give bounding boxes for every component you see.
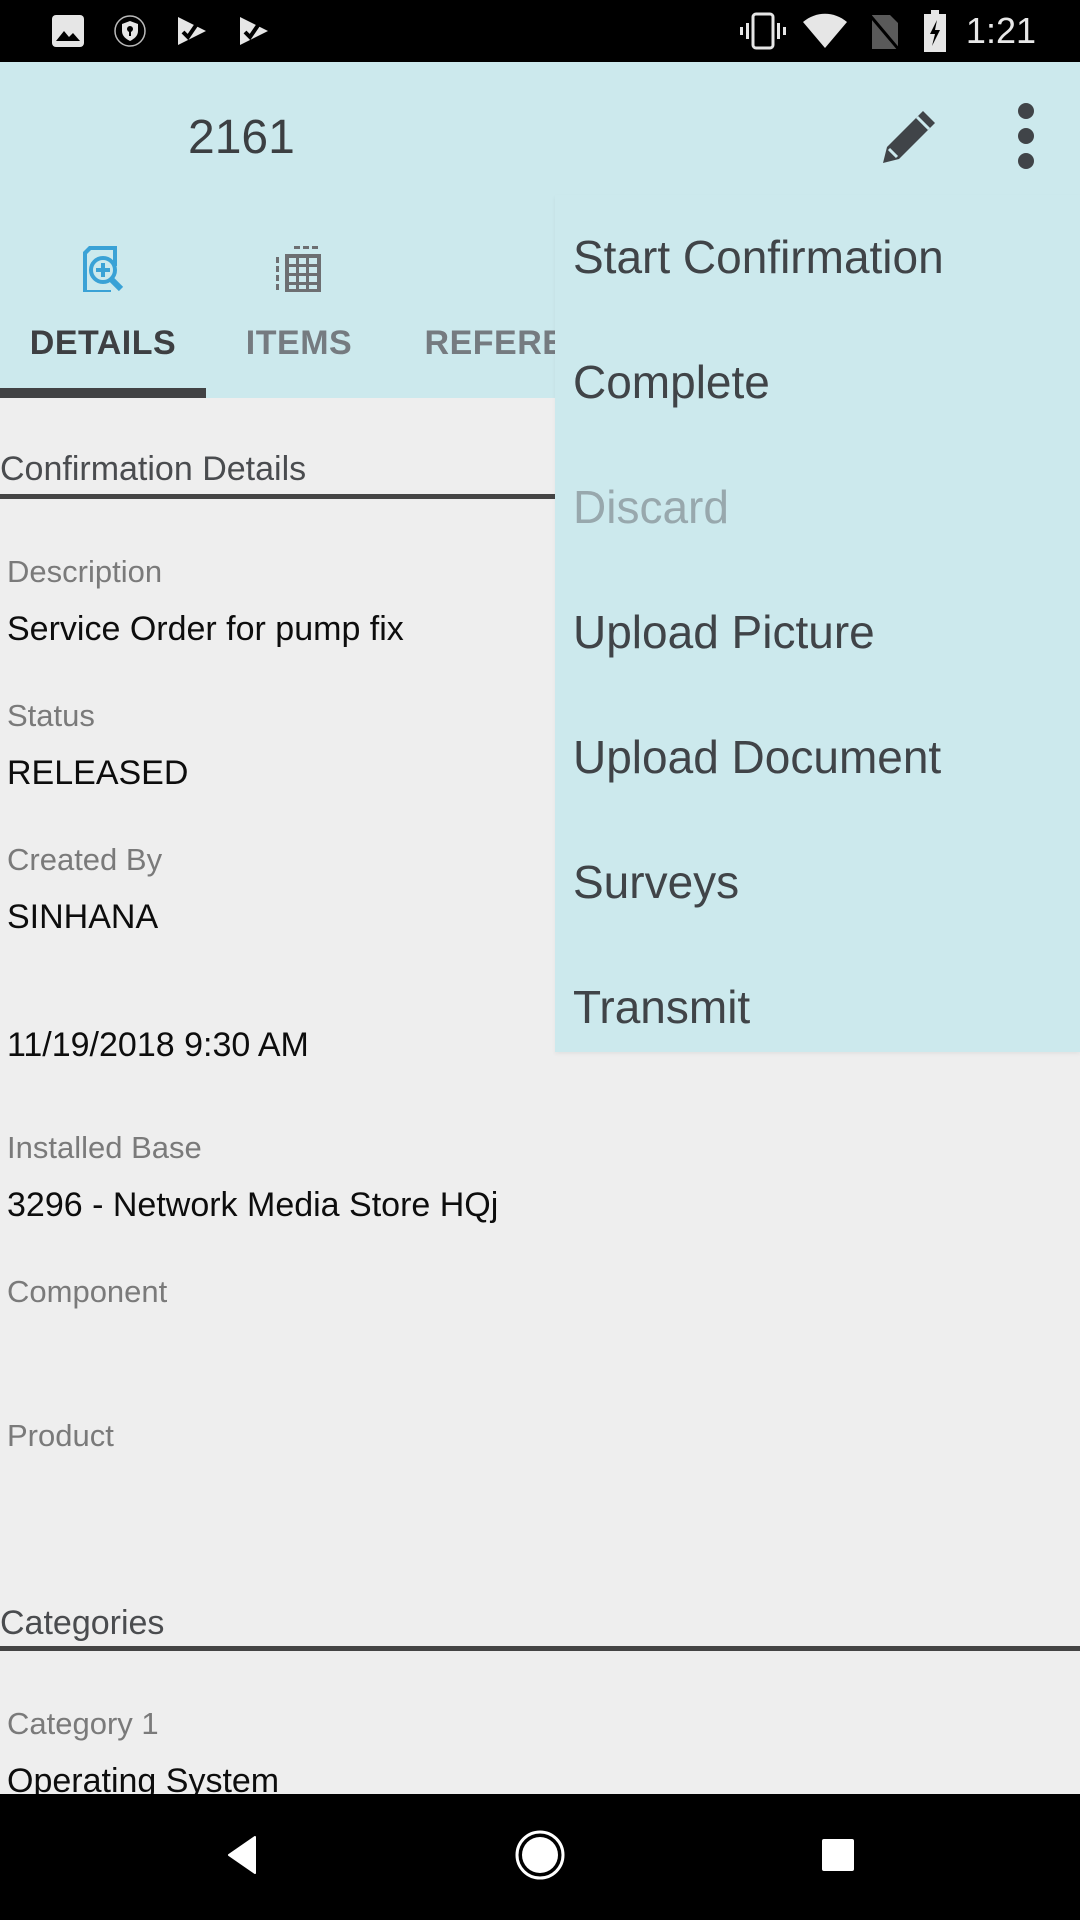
play-store-check-icon	[236, 14, 272, 48]
overflow-menu: Start Confirmation Complete Discard Uplo…	[555, 195, 1080, 1052]
wifi-icon	[800, 13, 850, 48]
tab-details[interactable]: DETAILS	[0, 232, 206, 398]
more-vert-icon	[1016, 102, 1036, 175]
menu-item-complete[interactable]: Complete	[573, 320, 1063, 445]
clock: 1:21	[965, 10, 1036, 51]
pencil-icon	[877, 103, 943, 174]
field-value-created-on: 11/19/2018 9:30 AM	[7, 1026, 309, 1064]
vpn-shield-icon	[112, 14, 148, 48]
section-divider	[0, 1646, 1080, 1651]
more-options-button[interactable]	[986, 98, 1066, 178]
field-value-created-by: SINHANA	[7, 898, 159, 936]
grid-list-icon	[196, 244, 402, 304]
document-search-icon	[0, 244, 206, 304]
menu-item-discard: Discard	[573, 481, 729, 533]
field-value-description: Service Order for pump fix	[7, 610, 404, 648]
system-nav-bar	[0, 1794, 1080, 1920]
section-divider	[0, 494, 555, 499]
play-store-check-icon	[174, 14, 210, 48]
recents-icon	[820, 1837, 856, 1878]
menu-item-upload-picture[interactable]: Upload Picture	[573, 570, 1063, 695]
field-label-created-by: Created By	[7, 842, 163, 877]
menu-item-start-confirmation[interactable]: Start Confirmation	[573, 195, 1063, 320]
field-value-category-1: Operating System	[7, 1762, 280, 1794]
field-label-description: Description	[7, 554, 163, 589]
menu-item-surveys[interactable]: Surveys	[573, 820, 1063, 945]
tab-details-label: DETAILS	[29, 324, 177, 362]
active-tab-indicator	[0, 388, 206, 398]
field-value-status: RELEASED	[7, 754, 189, 792]
home-icon	[514, 1829, 566, 1886]
field-label-component: Component	[7, 1274, 168, 1309]
menu-item-upload-document[interactable]: Upload Document	[573, 695, 1063, 820]
home-button[interactable]	[500, 1822, 580, 1892]
menu-item-transmit[interactable]: Transmit	[573, 945, 1063, 1070]
field-label-installed-base: Installed Base	[7, 1130, 202, 1165]
back-button[interactable]	[202, 1822, 282, 1892]
vibrate-icon	[738, 12, 788, 50]
field-label-category-1: Category 1	[7, 1706, 159, 1741]
field-label-status: Status	[7, 698, 95, 733]
section-title-confirmation-details: Confirmation Details	[0, 450, 307, 488]
back-icon	[225, 1835, 259, 1880]
tab-items-label: ITEMS	[245, 324, 353, 362]
no-sim-icon	[862, 12, 906, 51]
field-label-product: Product	[7, 1418, 114, 1453]
tab-items[interactable]: ITEMS	[196, 232, 402, 398]
battery-charging-icon	[918, 10, 952, 52]
page-title: 2161	[188, 111, 295, 164]
edit-button[interactable]	[870, 98, 950, 178]
field-value-installed-base: 3296 - Network Media Store HQj	[7, 1186, 499, 1224]
section-title-categories: Categories	[0, 1604, 165, 1642]
status-bar: 1:21	[0, 0, 1080, 62]
image-icon	[50, 14, 86, 48]
recents-button[interactable]	[798, 1822, 878, 1892]
